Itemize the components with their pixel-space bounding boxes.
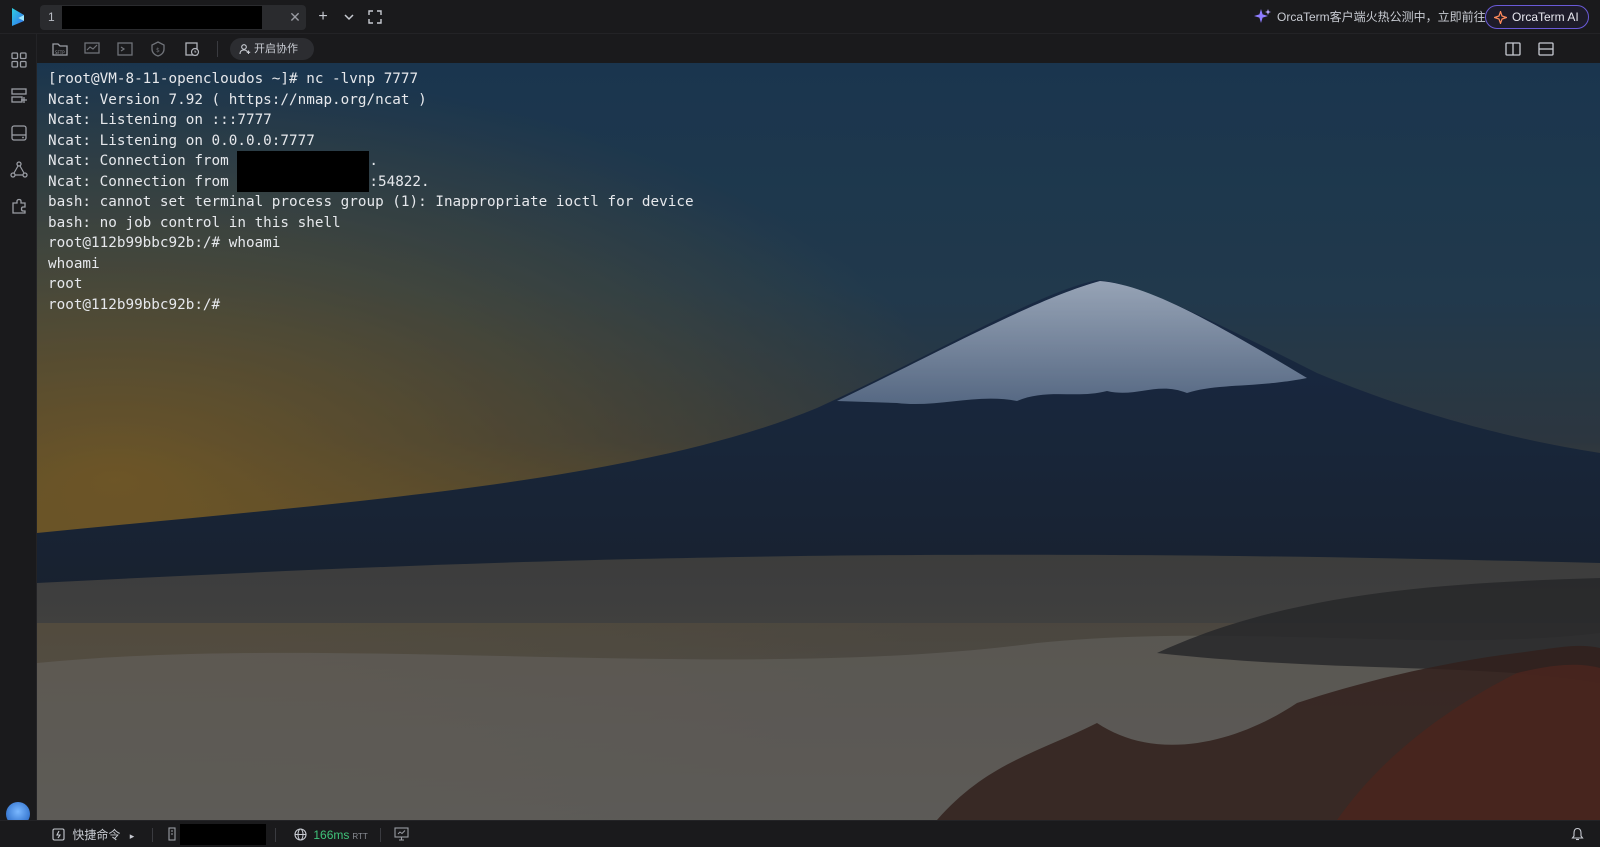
- terminal-text-segment: root@112b99bbc92b:/# whoami: [48, 235, 281, 251]
- terminal-text-segment: Ncat: Connection from: [48, 153, 238, 169]
- quick-commands-button[interactable]: 快捷命令 ▸: [52, 827, 134, 843]
- bell-icon[interactable]: [1571, 827, 1584, 843]
- tab-session-1[interactable]: 1 [redacted] ✕: [40, 5, 306, 30]
- globe-icon: [294, 828, 307, 841]
- rtt-label: RTT: [352, 832, 368, 841]
- terminal-text-segment: Ncat: Listening on 0.0.0.0:7777: [48, 132, 315, 149]
- new-tab-icon[interactable]: +: [313, 7, 333, 27]
- terminal-line: Ncat: Version 7.92 ( https://nmap.org/nc…: [48, 90, 694, 111]
- terminal-line: Ncat: Listening on 0.0.0.0:7777: [48, 131, 694, 152]
- chevron-down-icon[interactable]: [339, 7, 359, 27]
- orcaterm-ai-button[interactable]: OrcaTerm AI: [1485, 5, 1589, 29]
- plugin-icon[interactable]: [9, 196, 29, 216]
- tab-title: [redacted]: [62, 6, 262, 29]
- tab-index: 1: [48, 10, 55, 24]
- redacted-address: [237, 171, 370, 192]
- terminal-icon[interactable]: [116, 40, 134, 58]
- split-vertical-icon[interactable]: [1504, 40, 1522, 58]
- terminal-line: root@112b99bbc92b:/#: [48, 295, 694, 316]
- terminal-text-segment: root: [48, 276, 83, 292]
- server-list-icon[interactable]: [9, 86, 29, 106]
- terminal-pane[interactable]: [root@VM-8-11-opencloudos ~]# nc -lvnp 7…: [37, 63, 1600, 820]
- collab-label: 开启协作: [254, 43, 298, 55]
- status-divider: [152, 828, 153, 842]
- terminal-line: whoami: [48, 254, 694, 275]
- terminal-output[interactable]: [root@VM-8-11-opencloudos ~]# nc -lvnp 7…: [48, 69, 694, 315]
- terminal-text-segment: .: [369, 153, 378, 169]
- svg-text:SFTP: SFTP: [55, 50, 65, 55]
- terminal-text-segment: whoami: [48, 255, 100, 272]
- terminal-line: Ncat: Connection from :54822.: [48, 171, 694, 192]
- terminal-line: Ncat: Connection from .: [48, 151, 694, 172]
- split-horizontal-icon[interactable]: [1537, 40, 1555, 58]
- graph-icon[interactable]: [9, 160, 29, 180]
- terminal-text-segment: Ncat: Version 7.92 ( https://nmap.org/nc…: [48, 91, 427, 108]
- ai-star-icon: [1494, 11, 1507, 24]
- tab-close-icon[interactable]: ✕: [286, 8, 304, 26]
- status-divider: [275, 828, 276, 842]
- ai-button-label: OrcaTerm AI: [1512, 10, 1579, 24]
- terminal-line: root: [48, 274, 694, 295]
- quick-commands-label: 快捷命令: [72, 828, 121, 842]
- start-collaboration-button[interactable]: 开启协作: [230, 38, 314, 60]
- orcaterm-logo-icon[interactable]: [8, 6, 30, 28]
- screen-icon[interactable]: [394, 827, 409, 843]
- terminal-line: [root@VM-8-11-opencloudos ~]# nc -lvnp 7…: [48, 69, 694, 90]
- quick-commands-arrow-icon: ▸: [129, 831, 135, 841]
- apps-icon[interactable]: [9, 50, 29, 70]
- sftp-icon[interactable]: SFTP: [51, 40, 69, 58]
- terminal-text-segment: [root@VM-8-11-opencloudos ~]# nc -lvnp 7…: [48, 71, 419, 87]
- shield-icon[interactable]: $: [149, 40, 167, 58]
- svg-text:$: $: [156, 47, 160, 54]
- host-icon: [168, 827, 180, 843]
- status-bar: 快捷命令 ▸ [redacted] 166ms RTT: [0, 820, 1600, 847]
- toolbar-divider: [217, 41, 218, 57]
- host-name: [redacted]: [180, 824, 266, 845]
- terminal-text-segment: :54822.: [369, 173, 430, 190]
- latency-indicator[interactable]: 166ms RTT: [294, 827, 368, 843]
- status-divider: [380, 828, 381, 842]
- terminal-line: Ncat: Listening on :::7777: [48, 110, 694, 131]
- drive-icon[interactable]: [9, 123, 29, 143]
- terminal-text-segment: root@112b99bbc92b:/#: [48, 296, 221, 313]
- redacted-address: [237, 151, 370, 172]
- app-window: 1 [redacted] ✕ + OrcaTerm客户端火热公测中，立即前往 O…: [0, 0, 1600, 847]
- user-plus-icon: [239, 44, 251, 55]
- sparkle-icon: [1254, 9, 1271, 23]
- terminal-text-segment: Ncat: Connection from: [48, 173, 238, 190]
- session-toolbar: SFTP $ 开启协作: [37, 34, 1600, 63]
- terminal-line: bash: no job control in this shell: [48, 213, 694, 234]
- fullscreen-icon[interactable]: [365, 7, 385, 27]
- terminal-text-segment: bash: no job control in this shell: [48, 214, 341, 231]
- left-sidebar: [0, 34, 37, 826]
- terminal-line: bash: cannot set terminal process group …: [48, 192, 694, 213]
- latency-value: 166ms: [313, 828, 350, 842]
- terminal-text-segment: bash: cannot set terminal process group …: [48, 194, 694, 210]
- terminal-small-icon: [52, 828, 65, 841]
- snapshot-icon[interactable]: [183, 40, 201, 58]
- monitor-icon[interactable]: [83, 40, 101, 58]
- terminal-line: root@112b99bbc92b:/# whoami: [48, 233, 694, 254]
- tab-bar: 1 [redacted] ✕ + OrcaTerm客户端火热公测中，立即前往 O…: [0, 0, 1600, 34]
- promo-link[interactable]: OrcaTerm客户端火热公测中，立即前往: [1277, 8, 1486, 26]
- terminal-text-segment: Ncat: Listening on :::7777: [48, 112, 272, 128]
